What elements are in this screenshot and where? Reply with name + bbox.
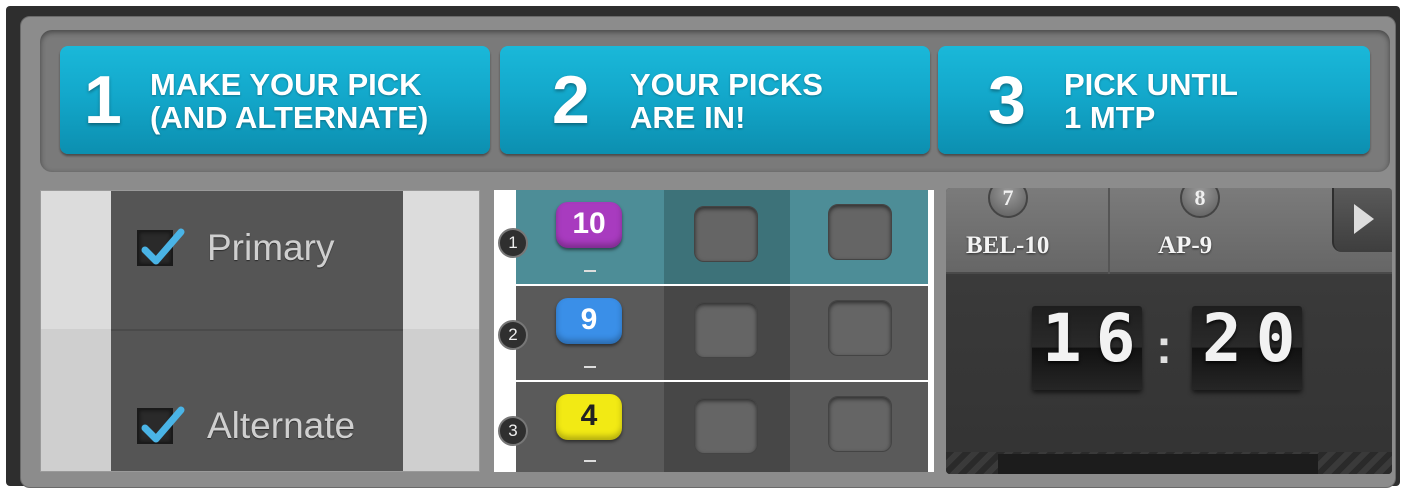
saddle-cloth-badge[interactable]: 4 <box>556 394 622 440</box>
step-1-text: MAKE YOUR PICK (AND ALTERNATE) <box>150 67 429 135</box>
row-number-badge: 1 <box>498 228 528 258</box>
clock-hours: 16 <box>1042 300 1150 377</box>
race-number-badge: 7 <box>988 188 1028 218</box>
alternate-checkbox[interactable] <box>137 406 185 444</box>
clock-minutes: 20 <box>1202 300 1310 377</box>
countdown-clock: 16 : 20 <box>946 276 1392 474</box>
pick-slot[interactable] <box>694 398 758 454</box>
step-2-number: 2 <box>552 62 590 138</box>
runner-row[interactable]: 9 <box>516 286 928 380</box>
step-3-button[interactable]: 3 PICK UNTIL 1 MTP <box>938 46 1370 154</box>
primary-option[interactable]: Primary <box>137 227 334 269</box>
saddle-cloth-badge[interactable]: 10 <box>556 202 622 248</box>
primary-checkbox[interactable] <box>137 228 185 266</box>
race-tab[interactable]: 8 AP-9 <box>1110 188 1332 274</box>
step-1-number: 1 <box>84 62 122 138</box>
race-tabs: 7 BEL-10 8 AP-9 <box>946 188 1392 274</box>
row-number-badge: 2 <box>498 320 528 350</box>
runner-row[interactable]: 4 <box>516 382 928 472</box>
runner-grid: 10 9 4 1 2 3 <box>494 190 934 472</box>
step-2-button[interactable]: 2 YOUR PICKS ARE IN! <box>500 46 930 154</box>
pick-slot[interactable] <box>694 302 758 358</box>
step-1-button[interactable]: 1 MAKE YOUR PICK (AND ALTERNATE) <box>60 46 490 154</box>
pick-type-panel: Primary Alternate <box>40 190 480 472</box>
saddle-cloth-badge[interactable]: 9 <box>556 298 622 344</box>
race-label: BEL-10 <box>966 232 1050 259</box>
pick-slot[interactable] <box>828 396 892 452</box>
race-tab[interactable]: 7 BEL-10 <box>946 188 1108 274</box>
step-3-text: PICK UNTIL 1 MTP <box>1064 67 1238 135</box>
pick-slot[interactable] <box>828 204 892 260</box>
runner-row[interactable]: 10 <box>516 190 928 284</box>
play-arrow-icon <box>1354 204 1374 234</box>
checkmark-icon <box>141 406 185 443</box>
clock-separator: : <box>1156 321 1172 374</box>
row-number-badge: 3 <box>498 416 528 446</box>
alternate-label: Alternate <box>207 405 356 446</box>
race-number-badge: 8 <box>1180 188 1220 218</box>
pick-slot[interactable] <box>828 300 892 356</box>
checkmark-icon <box>141 228 185 265</box>
primary-label: Primary <box>207 227 335 268</box>
alternate-option[interactable]: Alternate <box>137 405 355 447</box>
race-clock-panel: 7 BEL-10 8 AP-9 16 : 20 <box>946 188 1392 474</box>
step-3-number: 3 <box>988 62 1026 138</box>
next-race-button[interactable] <box>1332 188 1392 252</box>
pick-slot[interactable] <box>694 206 758 262</box>
race-label: AP-9 <box>1158 232 1213 259</box>
step-2-text: YOUR PICKS ARE IN! <box>630 67 823 135</box>
